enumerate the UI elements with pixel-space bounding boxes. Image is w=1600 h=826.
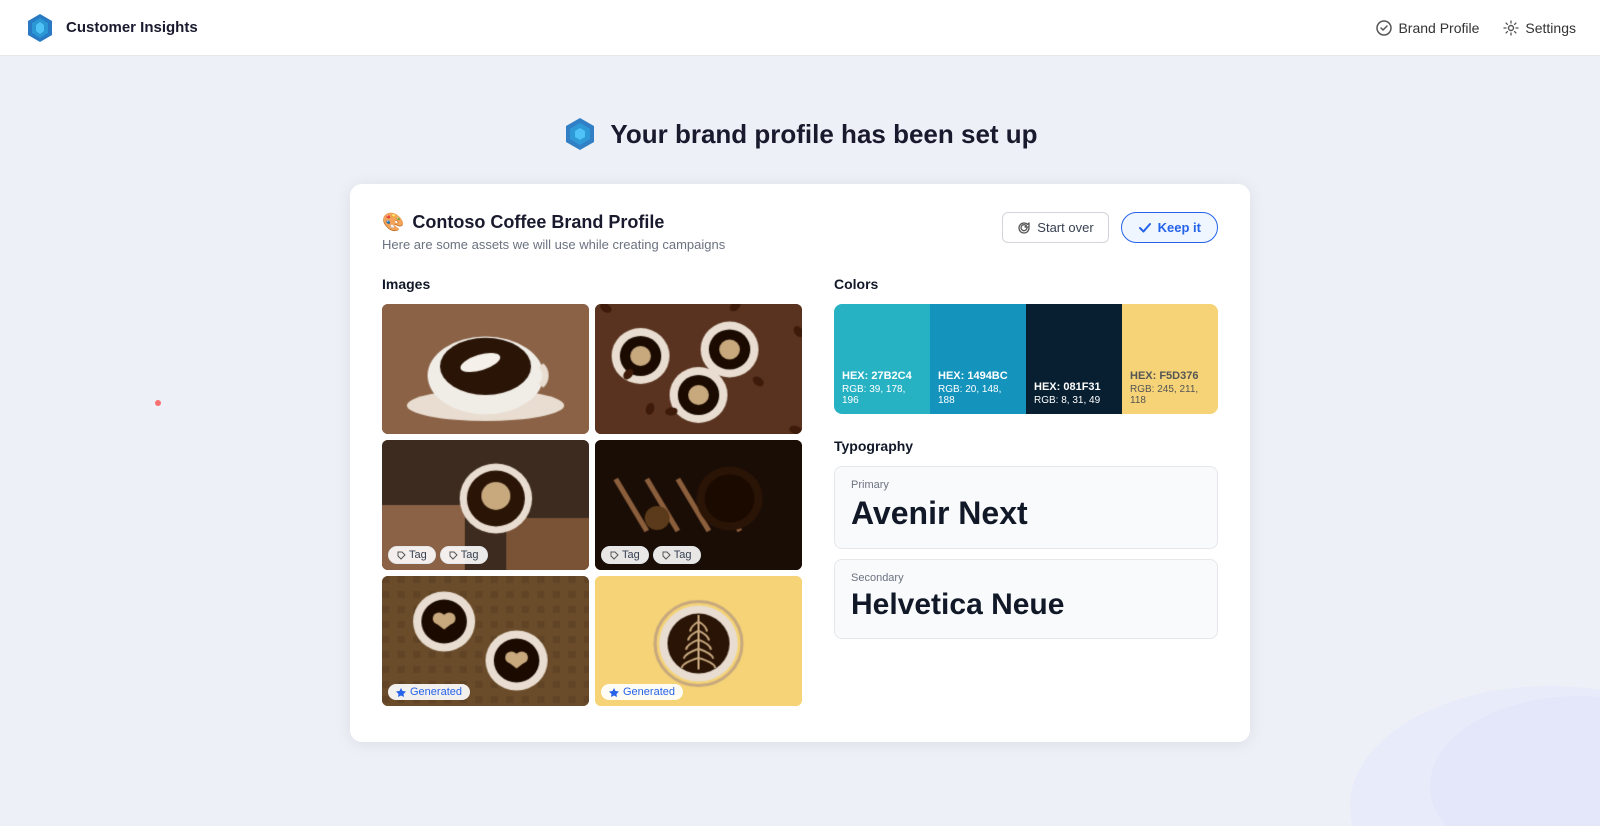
app-title: Customer Insights bbox=[66, 19, 198, 36]
tag-icon bbox=[610, 551, 619, 560]
primary-type-label: Primary bbox=[851, 479, 1201, 491]
decorative-dot bbox=[155, 400, 161, 406]
color-swatch: HEX: 27B2C4RGB: 39, 178, 196 bbox=[834, 304, 930, 414]
tag-icon bbox=[397, 551, 406, 560]
settings-link[interactable]: Settings bbox=[1503, 20, 1576, 36]
image-cell-1 bbox=[382, 304, 589, 434]
settings-icon bbox=[1503, 20, 1519, 36]
tag-icon bbox=[449, 551, 458, 560]
image-cell-5: Generated bbox=[382, 576, 589, 706]
keep-it-button[interactable]: Keep it bbox=[1121, 212, 1218, 243]
image-tags-4: Tag Tag bbox=[601, 546, 701, 564]
circle-check-icon bbox=[1376, 20, 1392, 36]
color-swatch: HEX: 081F31RGB: 8, 31, 49 bbox=[1026, 304, 1122, 414]
tag-1: Tag bbox=[388, 546, 436, 564]
tag-4: Tag bbox=[653, 546, 701, 564]
start-over-button[interactable]: Start over bbox=[1002, 212, 1108, 243]
hero-logo-icon bbox=[562, 116, 598, 152]
primary-type-card: Primary Avenir Next bbox=[834, 466, 1218, 549]
color-swatch: HEX: 1494BCRGB: 20, 148, 188 bbox=[930, 304, 1026, 414]
colors-row: HEX: 27B2C4RGB: 39, 178, 196HEX: 1494BCR… bbox=[834, 304, 1218, 414]
refresh-icon bbox=[1017, 221, 1031, 235]
image-cell-3: Tag Tag bbox=[382, 440, 589, 570]
main-content: Your brand profile has been set up 🎨 Con… bbox=[0, 56, 1600, 782]
card-title: 🎨 Contoso Coffee Brand Profile bbox=[382, 212, 725, 233]
image-cell-4: Tag Tag bbox=[595, 440, 802, 570]
card-subtitle: Here are some assets we will use while c… bbox=[382, 237, 725, 252]
image-cell-6: Generated bbox=[595, 576, 802, 706]
app-logo bbox=[24, 12, 56, 44]
hero-title: Your brand profile has been set up bbox=[610, 119, 1037, 150]
tag-2: Tag bbox=[440, 546, 488, 564]
typography-label: Typography bbox=[834, 438, 1218, 454]
tag-icon bbox=[662, 551, 671, 560]
secondary-type-card: Secondary Helvetica Neue bbox=[834, 559, 1218, 639]
secondary-font-name: Helvetica Neue bbox=[851, 588, 1201, 622]
image-cell-2 bbox=[595, 304, 802, 434]
hero-heading: Your brand profile has been set up bbox=[562, 116, 1037, 152]
right-column: Colors HEX: 27B2C4RGB: 39, 178, 196HEX: … bbox=[834, 276, 1218, 706]
image-tags-3: Tag Tag bbox=[388, 546, 488, 564]
generated-badge-5: Generated bbox=[388, 684, 470, 700]
generated-icon bbox=[396, 687, 406, 697]
card-body: Images bbox=[382, 276, 1218, 706]
card-title-block: 🎨 Contoso Coffee Brand Profile Here are … bbox=[382, 212, 725, 252]
nav-right: Brand Profile Settings bbox=[1376, 20, 1576, 36]
nav-left: Customer Insights bbox=[24, 12, 198, 44]
secondary-type-label: Secondary bbox=[851, 572, 1201, 584]
generated-badge-6: Generated bbox=[601, 684, 683, 700]
image-canvas-1 bbox=[382, 304, 589, 434]
navbar: Customer Insights Brand Profile Settings bbox=[0, 0, 1600, 56]
images-column: Images bbox=[382, 276, 802, 706]
brand-profile-link[interactable]: Brand Profile bbox=[1376, 20, 1479, 36]
colors-label: Colors bbox=[834, 276, 1218, 292]
images-grid: Tag Tag bbox=[382, 304, 802, 706]
image-canvas-2 bbox=[595, 304, 802, 434]
images-label: Images bbox=[382, 276, 802, 292]
generated-icon bbox=[609, 687, 619, 697]
brand-card: 🎨 Contoso Coffee Brand Profile Here are … bbox=[350, 184, 1250, 742]
color-swatch: HEX: F5D376RGB: 245, 211, 118 bbox=[1122, 304, 1218, 414]
card-emoji: 🎨 bbox=[382, 212, 404, 233]
card-actions: Start over Keep it bbox=[1002, 212, 1218, 243]
tag-3: Tag bbox=[601, 546, 649, 564]
card-header: 🎨 Contoso Coffee Brand Profile Here are … bbox=[382, 212, 1218, 252]
checkmark-icon bbox=[1138, 221, 1152, 235]
primary-font-name: Avenir Next bbox=[851, 495, 1201, 532]
